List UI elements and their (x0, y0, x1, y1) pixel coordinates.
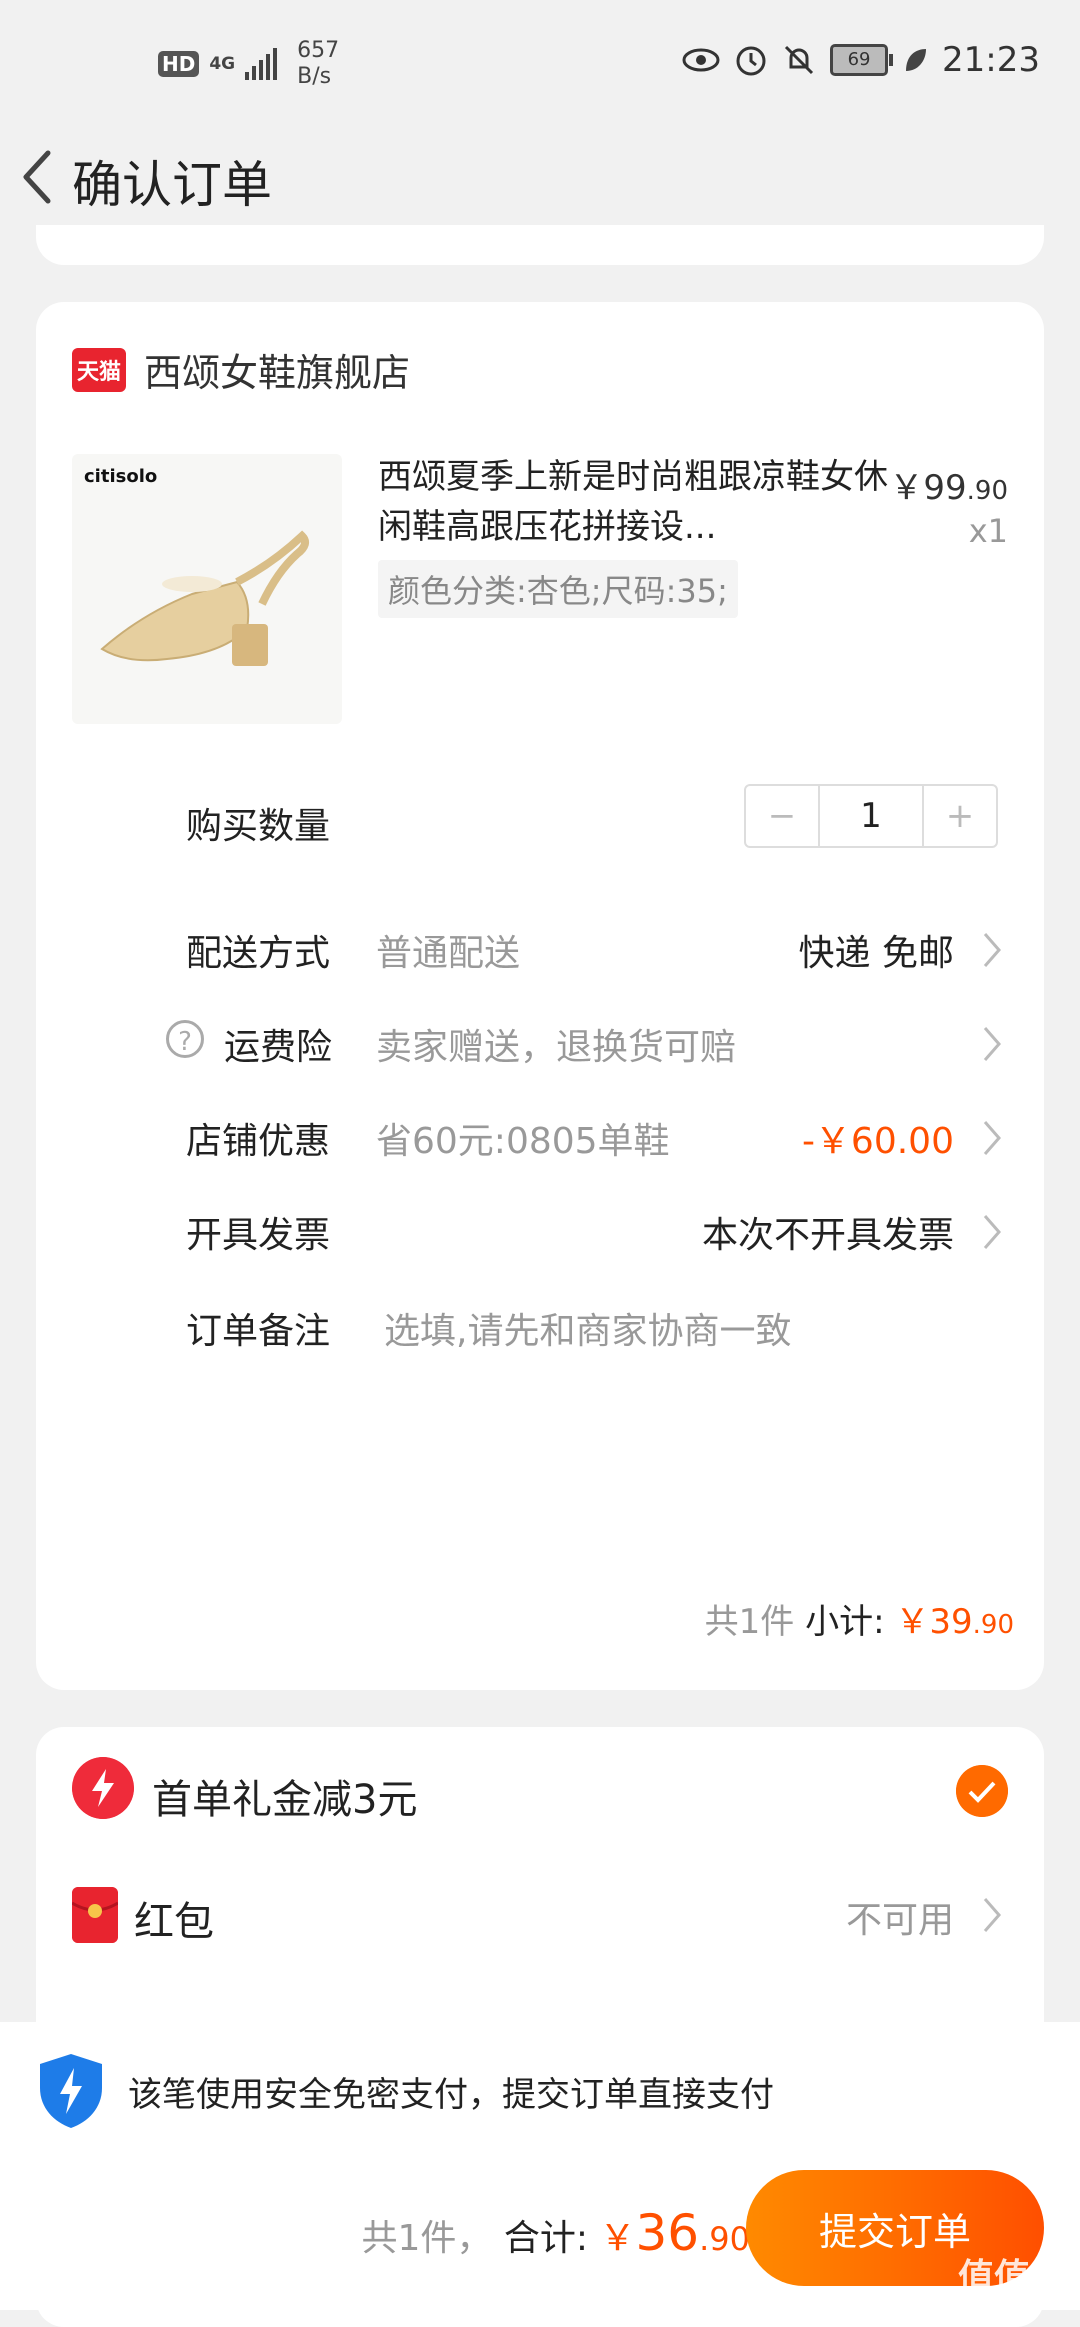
subtotal-count: 共1件 (704, 1602, 795, 1642)
price-cents: .90 (966, 476, 1008, 506)
product-price: ￥99.90 (889, 460, 1008, 509)
insurance-label: 运费险 (224, 1027, 333, 1068)
checkout-bar: 该笔使用安全免密支付，提交订单直接支付 共1件， 合计: ￥36.90 提交订单… (0, 2022, 1080, 2310)
secure-pay-notice: 该笔使用安全免密支付，提交订单直接支付 (36, 2052, 774, 2130)
speed-unit: B/s (297, 64, 332, 89)
total-count: 共1件， (361, 2218, 493, 2259)
red-packet-status: 不可用 (845, 1900, 954, 1941)
product-image[interactable]: citisolo (72, 454, 342, 724)
previous-card-edge (36, 225, 1044, 265)
chevron-right-icon (983, 1027, 1001, 1061)
total-main: 36 (635, 2204, 700, 2262)
checkmark-icon[interactable] (956, 1765, 1008, 1817)
delivery-row[interactable]: 配送方式 普通配送 快递 免邮 (36, 924, 1044, 984)
product-title[interactable]: 西颂夏季上新是时尚粗跟凉鞋女休闲鞋高跟压花拼接设... (378, 452, 898, 552)
red-packet-label: 红包 (134, 1899, 214, 1945)
lightning-icon (72, 1757, 134, 1819)
total-amount: ￥36.90 (599, 2204, 750, 2262)
eye-icon (682, 48, 720, 72)
price-main: ￥99 (889, 468, 967, 508)
discount-amount: -￥60.00 (801, 1121, 954, 1162)
insurance-value: 卖家赠送，退换货可赔 (376, 1027, 737, 1068)
delivery-method: 快递 免邮 (798, 933, 954, 974)
product-quantity: x1 (968, 512, 1008, 550)
watermark: 值值值 (957, 2257, 1066, 2298)
speed-value: 657 (297, 38, 340, 63)
store-discount-row[interactable]: 店铺优惠 省60元:0805单鞋 -￥60.00 (36, 1112, 1044, 1172)
chevron-right-icon (983, 1215, 1001, 1249)
red-packet-row[interactable]: 红包 不可用 (36, 1879, 1044, 1949)
subtotal-main: ￥39 (895, 1602, 973, 1642)
secure-pay-text: 该笔使用安全免密支付，提交订单直接支付 (128, 2074, 774, 2115)
signal-icon (245, 48, 278, 80)
status-bar: HD 4G 657 B/s 69 21:23 (0, 0, 1080, 125)
chevron-right-icon (983, 1121, 1001, 1155)
status-bar-left: HD 4G 657 B/s (158, 38, 339, 90)
product-sku: 颜色分类:杏色;尺码:35; (378, 560, 738, 618)
quantity-value[interactable]: 1 (818, 786, 924, 846)
invoice-row[interactable]: 开具发票 本次不开具发票 (36, 1206, 1044, 1266)
leaf-icon (906, 49, 927, 71)
help-icon[interactable]: ? (166, 1020, 204, 1058)
subtotal: 共1件 小计: ￥39.90 (705, 1594, 1014, 1643)
back-arrow-icon[interactable] (14, 147, 64, 207)
page-title: 确认订单 (72, 156, 272, 214)
page-header: 确认订单 (0, 125, 1080, 235)
chevron-right-icon (983, 1898, 1001, 1932)
discount-value: 省60元:0805单鞋 (376, 1121, 670, 1162)
total-label: 合计: (503, 2218, 589, 2259)
note-label: 订单备注 (186, 1311, 331, 1352)
subtotal-label: 小计: (805, 1602, 885, 1642)
order-note-row: 订单备注 选填,请先和商家协商一致 (36, 1302, 1044, 1362)
delivery-label: 配送方式 (186, 933, 331, 974)
store-name: 西颂女鞋旗舰店 (144, 351, 411, 395)
red-packet-icon (72, 1887, 118, 1943)
invoice-label: 开具发票 (186, 1215, 331, 1256)
invoice-value: 本次不开具发票 (701, 1215, 954, 1256)
discount-label: 店铺优惠 (186, 1121, 331, 1162)
increase-button[interactable]: + (924, 786, 996, 846)
status-bar-right: 69 21:23 (682, 40, 1040, 80)
network-speed: 657 B/s (297, 38, 339, 90)
shoe-image (100, 530, 310, 666)
store-header[interactable]: 天猫 西颂女鞋旗舰店 (72, 342, 410, 397)
insurance-row[interactable]: ? 运费险 卖家赠送，退换货可赔 (36, 1018, 1044, 1078)
total-cents: .90 (699, 2220, 750, 2258)
first-order-promo-row[interactable]: 首单礼金减3元 (36, 1757, 1044, 1827)
shield-icon (40, 2054, 102, 2128)
subtotal-amount: ￥39.90 (895, 1602, 1014, 1642)
first-order-label: 首单礼金减3元 (152, 1777, 418, 1823)
delivery-value: 普通配送 (376, 933, 521, 974)
store-order-card: 天猫 西颂女鞋旗舰店 citisolo 西颂夏季上新是时尚粗跟凉鞋女休闲鞋高跟压… (36, 302, 1044, 1690)
decrease-button[interactable]: − (746, 786, 818, 846)
chevron-right-icon (983, 933, 1001, 967)
clock: 21:23 (942, 40, 1040, 80)
alarm-icon (736, 46, 766, 76)
subtotal-cents: .90 (972, 1610, 1014, 1640)
hd-badge: HD (158, 51, 200, 77)
quantity-stepper[interactable]: − 1 + (744, 784, 998, 848)
note-input[interactable]: 选填,请先和商家协商一致 (384, 1302, 791, 1354)
total-currency: ￥ (599, 2218, 636, 2259)
mute-icon (784, 45, 814, 75)
order-total: 共1件， 合计: ￥36.90 (362, 2204, 750, 2262)
network-type: 4G (209, 53, 236, 74)
tmall-badge: 天猫 (72, 347, 126, 392)
quantity-label: 购买数量 (186, 806, 331, 847)
battery-icon: 69 (830, 44, 894, 76)
